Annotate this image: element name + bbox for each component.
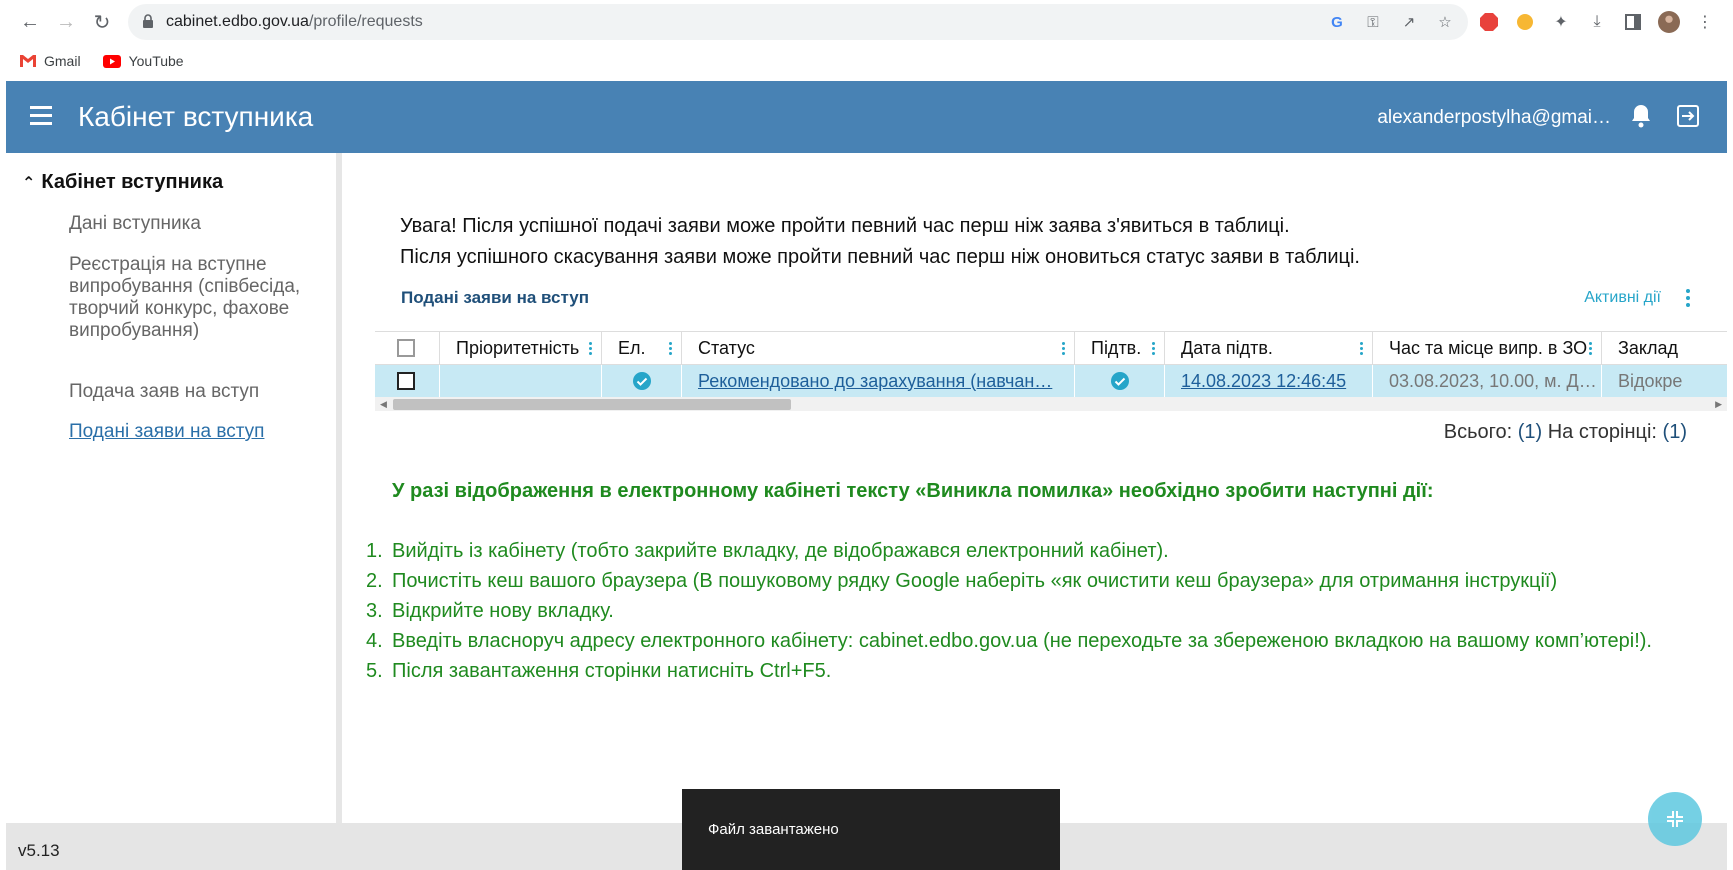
list-item: 3. Відкрийте нову вкладку. <box>366 600 614 622</box>
list-item: 1. Вийдіть із кабінету (тобто закрийте вк… <box>366 540 1169 562</box>
column-menu-icon[interactable] <box>1152 342 1156 355</box>
table-row[interactable]: Рекомендовано до зарахування (навчан… 14… <box>375 365 1727 397</box>
lock-icon <box>143 14 153 28</box>
column-confirm-date[interactable]: Дата підтв. <box>1165 332 1373 364</box>
sidebar-item-submitted-applications[interactable]: Подані заяви на вступ <box>69 421 309 443</box>
google-translate-icon[interactable]: G <box>1328 13 1346 31</box>
cell-status[interactable]: Рекомендовано до зарахування (навчан… <box>682 365 1075 397</box>
column-menu-icon[interactable] <box>1589 342 1593 355</box>
sun-extension-icon[interactable] <box>1514 11 1536 33</box>
row-select-cell <box>375 365 440 397</box>
back-arrow-icon[interactable]: ← <box>16 8 44 36</box>
confirm-date-link[interactable]: 14.08.2023 12:46:45 <box>1165 371 1346 392</box>
list-item: 4. Введіть власноруч адресу електронного … <box>366 630 1652 652</box>
column-menu-icon[interactable] <box>1062 342 1066 355</box>
column-institution[interactable]: Заклад <box>1602 332 1727 364</box>
star-icon[interactable]: ☆ <box>1436 13 1454 31</box>
column-menu-icon[interactable] <box>669 342 673 355</box>
bookmark-youtube[interactable]: YouTube <box>102 53 184 69</box>
logout-icon[interactable] <box>1675 103 1701 129</box>
scroll-thumb[interactable] <box>393 399 791 410</box>
check-circle-icon <box>1110 372 1129 390</box>
horizontal-scrollbar[interactable]: ◀ ▶ <box>375 397 1727 411</box>
menu-kebab-icon[interactable]: ⋮ <box>1694 11 1716 33</box>
profile-avatar-icon[interactable] <box>1658 11 1680 33</box>
app-title: Кабінет вступника <box>78 101 314 132</box>
sidebar: ⌃ Кабінет вступника Дані вступника Реєст… <box>6 153 342 823</box>
cell-el <box>602 365 682 397</box>
user-email[interactable]: alexanderpostylha@gmai… <box>1377 107 1611 129</box>
main-content: Увага! Після успішної подачі заяви може … <box>348 153 1727 823</box>
sidebar-item-applicant-data[interactable]: Дані вступника <box>69 213 309 235</box>
version-label: v5.13 <box>18 841 60 860</box>
applications-table: Пріоритетність Ел. Статус Підтв. Дата пі… <box>375 331 1727 421</box>
pagination-summary: Всього: (1) На сторінці: (1) <box>1443 421 1687 443</box>
column-confirmed[interactable]: Підтв. <box>1075 332 1165 364</box>
select-all-cell <box>375 332 440 364</box>
cell-exam: 03.08.2023, 10.00, м. Д… <box>1373 365 1602 397</box>
puzzle-icon[interactable]: ✦ <box>1550 11 1572 33</box>
address-bar[interactable]: cabinet.edbo.gov.ua/profile/requests G ⚿… <box>128 4 1468 40</box>
toast-message: Файл завантажено <box>708 821 839 838</box>
list-item: 2. Почистіть кеш вашого браузера (В пошук… <box>366 570 1558 592</box>
column-menu-icon[interactable] <box>589 342 593 355</box>
compress-icon <box>1667 811 1683 827</box>
browser-chrome: ← → ↻ cabinet.edbo.gov.ua/profile/reques… <box>0 0 1733 80</box>
scroll-right-icon[interactable]: ▶ <box>1715 399 1722 410</box>
sidepanel-icon[interactable] <box>1622 11 1644 33</box>
select-all-checkbox[interactable] <box>397 339 415 357</box>
gmail-icon <box>20 55 36 67</box>
scroll-left-icon[interactable]: ◀ <box>380 399 387 410</box>
chevron-up-icon: ⌃ <box>22 174 36 192</box>
youtube-icon <box>102 54 121 68</box>
list-item: 5. Після завантаження сторінки натисніть … <box>366 660 832 682</box>
key-icon[interactable]: ⚿ <box>1364 13 1382 31</box>
share-icon[interactable]: ↗ <box>1400 13 1418 31</box>
bookmark-gmail[interactable]: Gmail <box>20 53 81 69</box>
adblock-icon[interactable] <box>1478 11 1500 33</box>
more-actions-icon[interactable] <box>1685 289 1691 309</box>
check-circle-icon <box>632 372 651 390</box>
sidebar-item-exam-registration[interactable]: Реєстрація на вступне випробування (спів… <box>69 254 309 342</box>
column-priority[interactable]: Пріоритетність <box>440 332 602 364</box>
toast-notification: Файл завантажено <box>682 789 1060 870</box>
column-el[interactable]: Ел. <box>602 332 682 364</box>
table-header: Пріоритетність Ел. Статус Підтв. Дата пі… <box>375 331 1727 365</box>
section-title: Подані заяви на вступ <box>401 288 589 307</box>
warning-title: У разі відображення в електронному кабін… <box>392 480 1434 502</box>
hamburger-menu-icon[interactable] <box>30 106 54 126</box>
sidebar-item-submit-application[interactable]: Подача заяв на вступ <box>69 381 309 403</box>
row-checkbox[interactable] <box>397 372 415 390</box>
status-link[interactable]: Рекомендовано до зарахування (навчан… <box>682 371 1052 392</box>
column-exam[interactable]: Час та місце випр. в ЗО <box>1373 332 1602 364</box>
cell-institution: Відокре <box>1618 370 1683 391</box>
sidebar-section-toggle[interactable]: ⌃ Кабінет вступника <box>22 171 223 194</box>
column-menu-icon[interactable] <box>1360 342 1364 355</box>
download-icon[interactable]: ⤓ <box>1586 11 1608 33</box>
collapse-fab-button[interactable] <box>1648 792 1702 846</box>
cell-priority <box>440 365 602 397</box>
url-text: cabinet.edbo.gov.ua/profile/requests <box>166 13 423 30</box>
cell-confirm-date[interactable]: 14.08.2023 12:46:45 <box>1165 365 1373 397</box>
bookmarks-bar: Gmail YouTube <box>20 50 184 72</box>
column-status[interactable]: Статус <box>682 332 1075 364</box>
app-header: Кабінет вступника alexanderpostylha@gmai… <box>6 81 1727 153</box>
reload-icon[interactable]: ↻ <box>88 8 116 36</box>
bell-icon[interactable] <box>1629 103 1653 129</box>
cell-confirmed <box>1075 365 1165 397</box>
forward-arrow-icon[interactable]: → <box>52 8 80 36</box>
notice-text: Увага! Після успішної подачі заяви може … <box>400 215 1360 268</box>
warning-steps-list: 1. Вийдіть із кабінету (тобто закрийте вк… <box>366 536 1666 686</box>
active-actions-link[interactable]: Активні дії <box>1584 289 1661 307</box>
